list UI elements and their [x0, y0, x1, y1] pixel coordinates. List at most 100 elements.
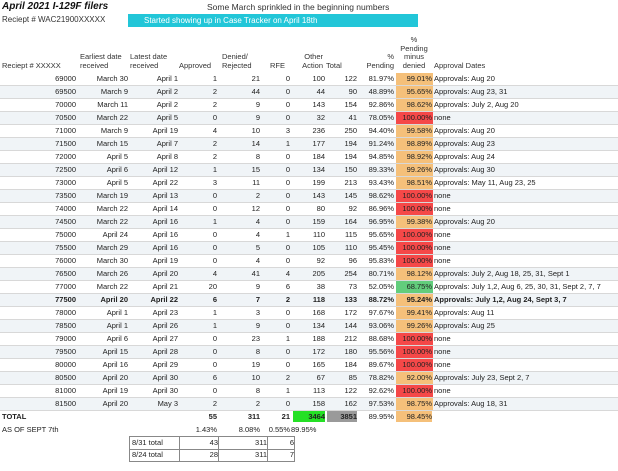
cell-dates[interactable]: none: [434, 190, 616, 202]
cell-dates[interactable]: none: [434, 229, 616, 241]
cell-latest[interactable]: April 5: [130, 112, 178, 124]
cell-pmd[interactable]: 95.65%: [396, 86, 433, 98]
cell-other[interactable]: 105: [293, 242, 325, 254]
cell-total[interactable]: 254: [327, 268, 357, 280]
totals-label[interactable]: TOTAL: [2, 411, 26, 422]
cell-pct[interactable]: 95.45%: [360, 242, 394, 254]
cell-denied[interactable]: 8: [222, 151, 260, 163]
col-pending-minus-denied[interactable]: % Pending minus denied: [396, 35, 432, 70]
cell-pct[interactable]: 48.89%: [360, 86, 394, 98]
cell-pct[interactable]: 93.43%: [360, 177, 394, 189]
cell-approved[interactable]: 4: [179, 125, 217, 137]
cell-earliest[interactable]: April 6: [80, 333, 128, 345]
cell-rfe[interactable]: 0: [265, 320, 290, 332]
cell-dates[interactable]: Approvals: Aug 18, 31: [434, 398, 616, 410]
cell-approved[interactable]: 1: [179, 320, 217, 332]
cell-pct[interactable]: 95.83%: [360, 255, 394, 267]
cell-other[interactable]: 158: [293, 398, 325, 410]
cell-dates[interactable]: Approvals: Aug 23: [434, 138, 616, 150]
cell-approved[interactable]: 6: [179, 372, 217, 384]
cell-other[interactable]: 118: [293, 294, 325, 306]
cell-denied[interactable]: 41: [222, 268, 260, 280]
cell-dates[interactable]: Approvals: July 2, Aug 18, 25, 31, Sept …: [434, 268, 616, 280]
cell-pct[interactable]: 94.85%: [360, 151, 394, 163]
cell-rfe[interactable]: 0: [265, 307, 290, 319]
cell-pct[interactable]: 88.72%: [360, 294, 394, 306]
cell-receipt[interactable]: 77500: [2, 294, 76, 306]
cell-other[interactable]: 134: [293, 320, 325, 332]
cell-dates[interactable]: none: [434, 112, 616, 124]
cell-approved[interactable]: 0: [179, 359, 217, 371]
cell-earliest[interactable]: March 22: [80, 281, 128, 293]
cell-latest[interactable]: April 2: [130, 86, 178, 98]
cell-dates[interactable]: none: [434, 333, 616, 345]
col-pending-pct[interactable]: % Pending: [360, 52, 394, 70]
cell-dates[interactable]: Approvals: Aug 23, 31: [434, 86, 616, 98]
cell-denied[interactable]: 44: [222, 86, 260, 98]
col-denied[interactable]: Denied/ Rejected: [222, 52, 260, 70]
cell-receipt[interactable]: 79500: [2, 346, 76, 358]
cell-latest[interactable]: April 16: [130, 216, 178, 228]
totals-approved[interactable]: 55: [179, 411, 217, 422]
cell-rfe[interactable]: 2: [265, 372, 290, 384]
cell-pct[interactable]: 78.82%: [360, 372, 394, 384]
cell-pmd[interactable]: 99.26%: [396, 320, 433, 332]
cell-latest[interactable]: April 21: [130, 281, 178, 293]
col-rfe[interactable]: RFE: [270, 61, 290, 71]
cell-approved[interactable]: 6: [179, 294, 217, 306]
cell-pmd[interactable]: 100.00%: [396, 359, 433, 371]
cell-pmd[interactable]: 100.00%: [396, 112, 433, 124]
cell-approved[interactable]: 0: [179, 112, 217, 124]
cell-approved[interactable]: 4: [179, 268, 217, 280]
cell-receipt[interactable]: 80000: [2, 359, 76, 371]
cell-receipt[interactable]: 73500: [2, 190, 76, 202]
cell-denied[interactable]: 15: [222, 164, 260, 176]
cell-pmd[interactable]: 95.24%: [396, 294, 433, 306]
cell-latest[interactable]: April 29: [130, 359, 178, 371]
cell-rfe[interactable]: 0: [265, 86, 290, 98]
cell-rfe[interactable]: 0: [265, 346, 290, 358]
cell-other[interactable]: 38: [293, 281, 325, 293]
cell-receipt[interactable]: 72000: [2, 151, 76, 163]
cell-pct[interactable]: 52.05%: [360, 281, 394, 293]
col-total[interactable]: Total: [326, 61, 348, 71]
cell-total[interactable]: 96: [327, 255, 357, 267]
cell-receipt[interactable]: 71500: [2, 138, 76, 150]
cell-denied[interactable]: 10: [222, 372, 260, 384]
cell-pmd[interactable]: 98.12%: [396, 268, 433, 280]
cell-rfe[interactable]: 0: [265, 177, 290, 189]
cell-approved[interactable]: 2: [179, 86, 217, 98]
cell-approved[interactable]: 2: [179, 151, 217, 163]
cell-dates[interactable]: Approvals: July 1,2, Aug 24, Sept 3, 7: [434, 294, 616, 306]
cell-approved[interactable]: 0: [179, 242, 217, 254]
as-of-denied-pct[interactable]: 8.08%: [222, 424, 260, 435]
cell-earliest[interactable]: April 5: [80, 151, 128, 163]
cell-earliest[interactable]: March 19: [80, 190, 128, 202]
cell-latest[interactable]: April 19: [130, 125, 178, 137]
cell-latest[interactable]: April 16: [130, 229, 178, 241]
cell-pmd[interactable]: 98.51%: [396, 177, 433, 189]
cell-dates[interactable]: Approvals: Aug 25: [434, 320, 616, 332]
cell-approved[interactable]: 0: [179, 385, 217, 397]
cell-total[interactable]: 115: [327, 229, 357, 241]
cell-pct[interactable]: 95.65%: [360, 229, 394, 241]
cell-total[interactable]: 145: [327, 190, 357, 202]
cell-pct[interactable]: 95.56%: [360, 346, 394, 358]
cell-pmd[interactable]: 100.00%: [396, 346, 433, 358]
cell-rfe[interactable]: 0: [265, 203, 290, 215]
cell-other[interactable]: 165: [293, 359, 325, 371]
cell-rfe[interactable]: 0: [265, 164, 290, 176]
cell-other[interactable]: 184: [293, 151, 325, 163]
cell-other[interactable]: 236: [293, 125, 325, 137]
cell-latest[interactable]: April 23: [130, 307, 178, 319]
cell-denied[interactable]: 8: [222, 346, 260, 358]
cell-receipt[interactable]: 69000: [2, 73, 76, 85]
cell-pmd[interactable]: 68.75%: [396, 281, 433, 293]
cell-pct[interactable]: 97.67%: [360, 307, 394, 319]
cell-earliest[interactable]: April 20: [80, 294, 128, 306]
cell-total[interactable]: 110: [327, 242, 357, 254]
cell-earliest[interactable]: April 20: [80, 372, 128, 384]
cell-receipt[interactable]: 72500: [2, 164, 76, 176]
cell-rfe[interactable]: 1: [265, 229, 290, 241]
cell-total[interactable]: 164: [327, 216, 357, 228]
